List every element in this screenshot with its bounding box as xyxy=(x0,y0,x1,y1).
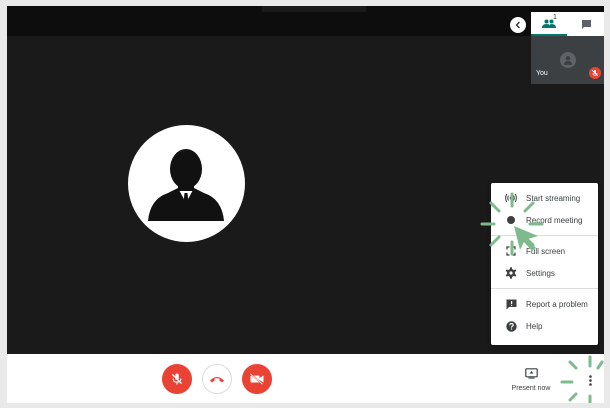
broadcast-icon xyxy=(505,192,517,204)
click-highlight-icon xyxy=(560,355,604,403)
control-bar: Present now xyxy=(7,354,604,403)
menu-label: Help xyxy=(526,321,543,331)
chat-icon xyxy=(581,19,591,29)
mic-off-icon xyxy=(591,69,599,77)
person-icon xyxy=(564,56,572,65)
menu-item-settings[interactable]: Settings xyxy=(491,262,598,284)
tab-chat[interactable] xyxy=(568,12,604,36)
report-icon xyxy=(505,298,517,310)
record-icon xyxy=(505,214,517,226)
mic-off-icon xyxy=(172,373,182,385)
self-avatar xyxy=(560,52,576,68)
menu-item-start-streaming[interactable]: Start streaming xyxy=(491,187,598,209)
present-icon xyxy=(507,368,555,382)
top-notch xyxy=(262,6,366,12)
more-options-menu: Start streaming Record meeting Full scre… xyxy=(491,183,598,345)
menu-divider xyxy=(491,235,598,236)
menu-label: Settings xyxy=(526,268,555,278)
hang-up-button[interactable] xyxy=(202,364,232,394)
more-options-button[interactable] xyxy=(584,372,596,388)
menu-item-report-problem[interactable]: Report a problem xyxy=(491,293,598,315)
participant-count: 1 xyxy=(553,14,557,21)
chevron-left-icon xyxy=(515,21,520,29)
camera-toggle-button[interactable] xyxy=(242,364,272,394)
self-label: You xyxy=(536,70,548,77)
menu-item-record-meeting[interactable]: Record meeting xyxy=(491,209,598,231)
more-vert-icon xyxy=(588,374,592,386)
menu-label: Record meeting xyxy=(526,215,583,225)
hangup-icon xyxy=(210,377,224,383)
help-icon xyxy=(505,320,517,332)
menu-label: Full screen xyxy=(526,246,566,256)
person-silhouette-icon xyxy=(148,149,224,221)
video-stage: 1 You Start streaming Record meeting Ful… xyxy=(7,6,604,354)
fullscreen-icon xyxy=(505,245,517,257)
menu-item-full-screen[interactable]: Full screen xyxy=(491,240,598,262)
participant-avatar xyxy=(128,125,245,242)
collapse-panel-button[interactable] xyxy=(510,17,526,33)
present-now-label: Present now xyxy=(511,385,551,392)
menu-label: Report a problem xyxy=(526,299,588,309)
menu-label: Start streaming xyxy=(526,193,581,203)
menu-divider xyxy=(491,288,598,289)
panel-tabs: 1 xyxy=(531,12,604,36)
mute-mic-button[interactable] xyxy=(162,364,192,394)
tab-people[interactable]: 1 xyxy=(531,12,567,36)
participants-panel: 1 You xyxy=(531,12,604,84)
present-now-button[interactable]: Present now xyxy=(507,368,555,398)
camera-off-icon xyxy=(249,373,264,385)
app-frame: 1 You Start streaming Record meeting Ful… xyxy=(7,6,604,403)
gear-icon xyxy=(505,267,517,279)
self-mic-status xyxy=(589,67,601,79)
menu-item-help[interactable]: Help xyxy=(491,315,598,337)
